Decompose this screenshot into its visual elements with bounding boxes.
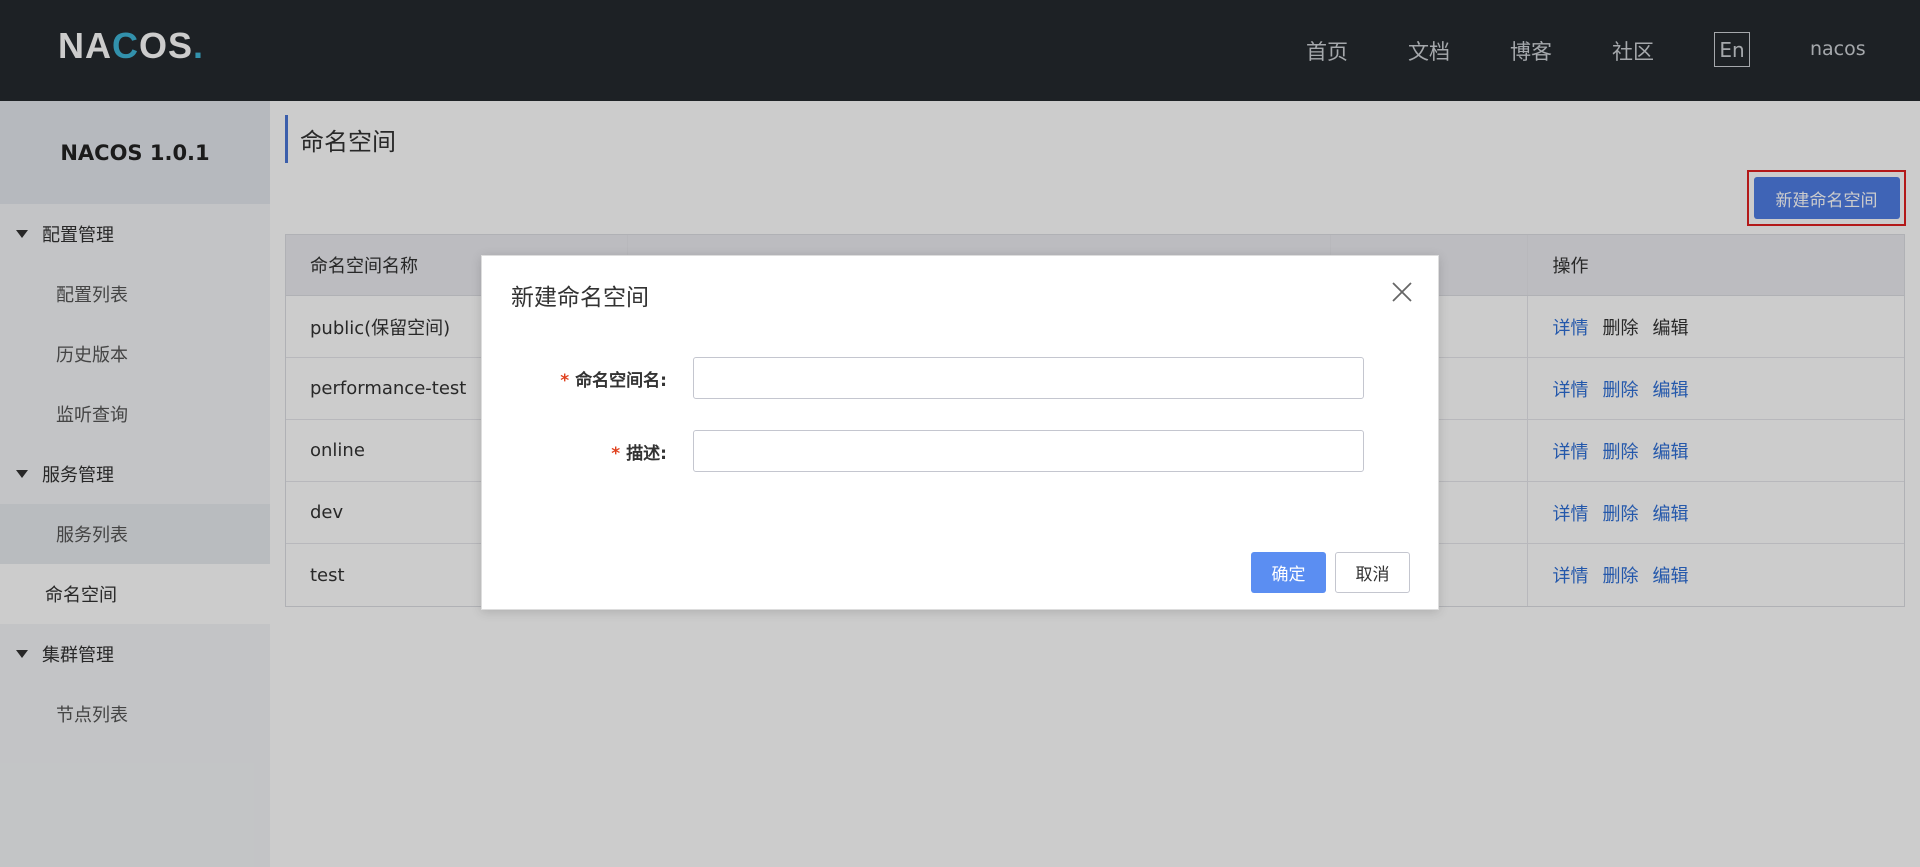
dialog-title: 新建命名空间 (511, 285, 649, 311)
description-input[interactable] (693, 430, 1364, 472)
field-label-text: 描述: (626, 444, 667, 464)
field-label-text: 命名空间名: (575, 371, 667, 391)
required-mark: * (560, 371, 570, 391)
namespace-name-input[interactable] (693, 357, 1364, 399)
description-label: * 描述: (542, 439, 667, 464)
required-mark: * (611, 444, 621, 464)
close-icon[interactable] (1390, 280, 1414, 304)
new-namespace-dialog: 新建命名空间 * 命名空间名: * 描述: 确定 取消 (481, 255, 1439, 610)
namespace-name-label: * 命名空间名: (542, 366, 667, 391)
modal-overlay[interactable]: 新建命名空间 * 命名空间名: * 描述: 确定 取消 (0, 0, 1920, 867)
cancel-button[interactable]: 取消 (1335, 552, 1410, 593)
confirm-button[interactable]: 确定 (1251, 552, 1326, 593)
